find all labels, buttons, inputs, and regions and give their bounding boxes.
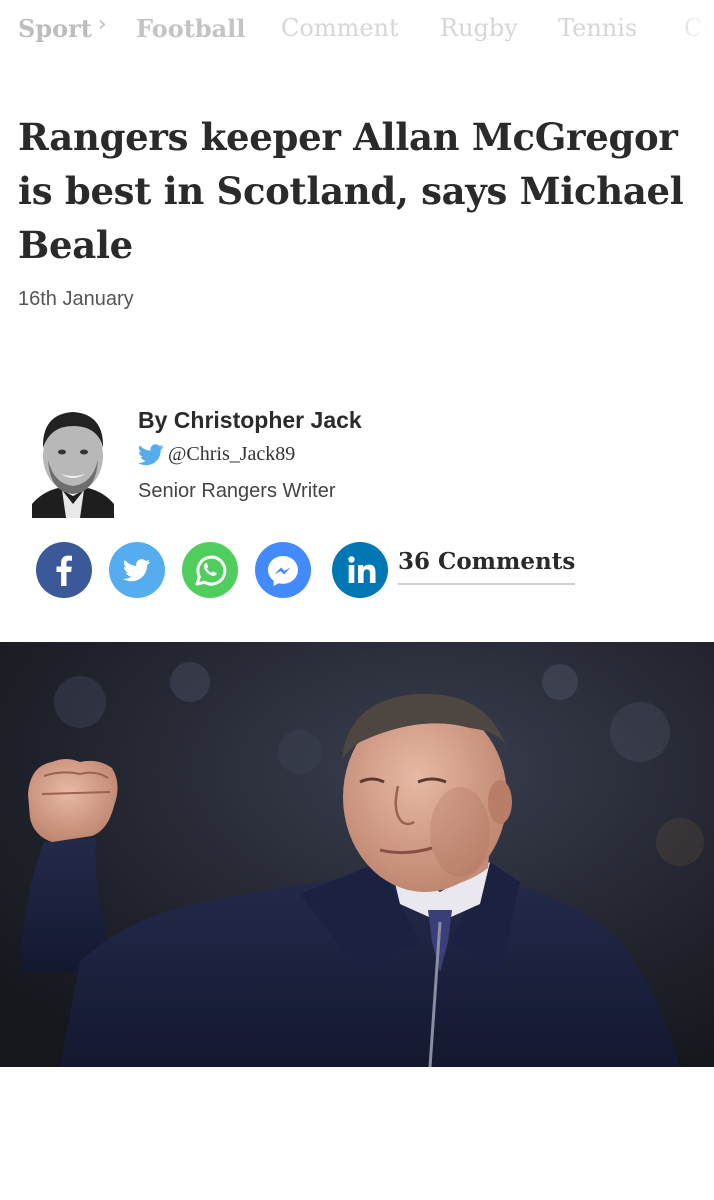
- section-nav: Sport › Football Comment Rugby Tennis Cr: [0, 0, 714, 58]
- nav-item-comment[interactable]: Comment: [281, 14, 399, 42]
- article-page: Sport › Football Comment Rugby Tennis Cr…: [0, 0, 714, 1200]
- linkedin-icon: [348, 556, 376, 583]
- twitter-bird-icon: [138, 443, 164, 465]
- share-twitter-button[interactable]: [109, 542, 165, 598]
- author-twitter-handle: @Chris_Jack89: [168, 443, 296, 465]
- author-role: Senior Rangers Writer: [138, 480, 336, 502]
- facebook-icon: [56, 555, 72, 586]
- author-byline[interactable]: By Christopher Jack: [138, 407, 362, 434]
- nav-item-rugby[interactable]: Rugby: [440, 14, 518, 42]
- nav-item-football[interactable]: Football: [136, 14, 245, 43]
- nav-item-tennis[interactable]: Tennis: [558, 14, 637, 42]
- article-hero-image: [0, 642, 714, 1067]
- twitter-icon: [122, 559, 151, 582]
- chevron-right-icon: ›: [97, 12, 107, 37]
- nav-item-sport[interactable]: Sport ›: [18, 12, 107, 43]
- author-twitter-link[interactable]: @Chris_Jack89: [138, 443, 295, 466]
- whatsapp-icon: [195, 555, 227, 586]
- share-whatsapp-button[interactable]: [182, 542, 238, 598]
- nav-fade: [674, 0, 714, 58]
- nav-sport-label: Sport: [18, 14, 92, 43]
- comments-link[interactable]: 36 Comments: [398, 548, 576, 585]
- messenger-icon: [268, 556, 298, 586]
- article-date: 16th January: [18, 288, 134, 310]
- article-headline: Rangers keeper Allan McGregor is best in…: [18, 115, 684, 267]
- share-linkedin-button[interactable]: [332, 542, 388, 598]
- share-facebook-button[interactable]: [36, 542, 92, 598]
- share-messenger-button[interactable]: [255, 542, 311, 598]
- author-avatar[interactable]: [32, 400, 114, 518]
